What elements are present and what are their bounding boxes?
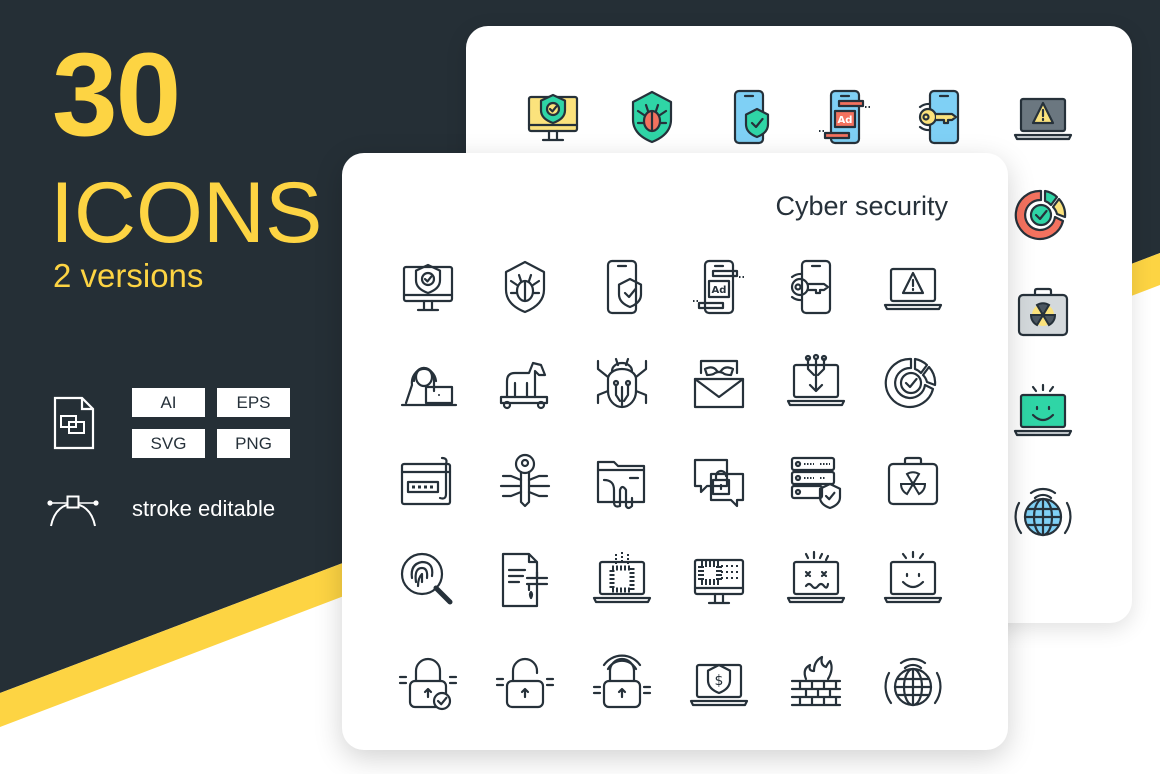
document-leak-tap-icon: [493, 548, 557, 612]
format-badge-eps: EPS: [217, 388, 290, 417]
svg-text:Ad: Ad: [838, 115, 853, 126]
laptop-warning-icon: [881, 255, 945, 319]
icons-heading: ICONS: [50, 165, 323, 261]
target-chart-check-icon: [1011, 183, 1075, 247]
svg-text:Ad: Ad: [712, 285, 727, 296]
shield-bug-icon: [620, 85, 684, 149]
globe-signal-icon: [881, 651, 945, 715]
format-badge-png: PNG: [217, 429, 290, 458]
circuit-key-icon: [493, 450, 557, 514]
versions-label: 2 versions: [53, 257, 204, 294]
stroke-editable-label: stroke editable: [132, 496, 276, 521]
format-badge-ai: AI: [132, 388, 205, 417]
icon-count: 30: [52, 29, 181, 161]
shield-bug-icon: [493, 255, 557, 319]
file-vector-icon: [53, 396, 95, 450]
format-badge-svg: SVG: [132, 429, 205, 458]
monitor-shield-check-icon: [521, 85, 585, 149]
phone-ad-icon: Ad: [687, 255, 751, 319]
case-radiation-icon: [881, 450, 945, 514]
laptop-warning-icon: [1011, 85, 1075, 149]
bezier-pen-icon: [47, 495, 99, 527]
trojan-horse-icon: [493, 351, 557, 415]
phone-ad-icon: Ad: [813, 85, 877, 149]
fingerprint-search-icon: [396, 548, 460, 612]
card-title: Cyber security: [775, 191, 948, 221]
firewall-icon: [784, 651, 848, 715]
padlock-check-icon: [396, 651, 460, 715]
laptop-qr-icon: [590, 548, 654, 612]
laptop-smile-icon: [1011, 381, 1075, 445]
laptop-smile-icon: [881, 548, 945, 612]
chat-unlock-icon: [687, 450, 751, 514]
phone-shield-check-icon: [717, 85, 781, 149]
folder-leak-icon: [590, 450, 654, 514]
laptop-shield-dollar-icon: $: [687, 651, 751, 715]
laptop-download-circuit-icon: [784, 351, 848, 415]
server-shield-icon: [784, 450, 848, 514]
target-chart-check-icon: [881, 351, 945, 415]
monitor-data-noise-icon: [687, 548, 751, 612]
padlock-open-icon: [493, 651, 557, 715]
padlock-wireless-icon: [590, 651, 654, 715]
phishing-password-icon: [396, 450, 460, 514]
phone-key-icon: [912, 85, 976, 149]
monitor-shield-check-icon: [396, 255, 460, 319]
circuit-bug-icon: [590, 351, 654, 415]
phone-shield-check-icon: [590, 255, 654, 319]
phone-key-icon: [784, 255, 848, 319]
globe-signal-icon: [1011, 481, 1075, 545]
spam-mail-mask-icon: [687, 351, 751, 415]
hacker-laptop-icon: [396, 351, 460, 415]
laptop-broken-face-icon: [784, 548, 848, 612]
case-radiation-icon: [1011, 281, 1075, 345]
svg-text:$: $: [715, 673, 724, 689]
